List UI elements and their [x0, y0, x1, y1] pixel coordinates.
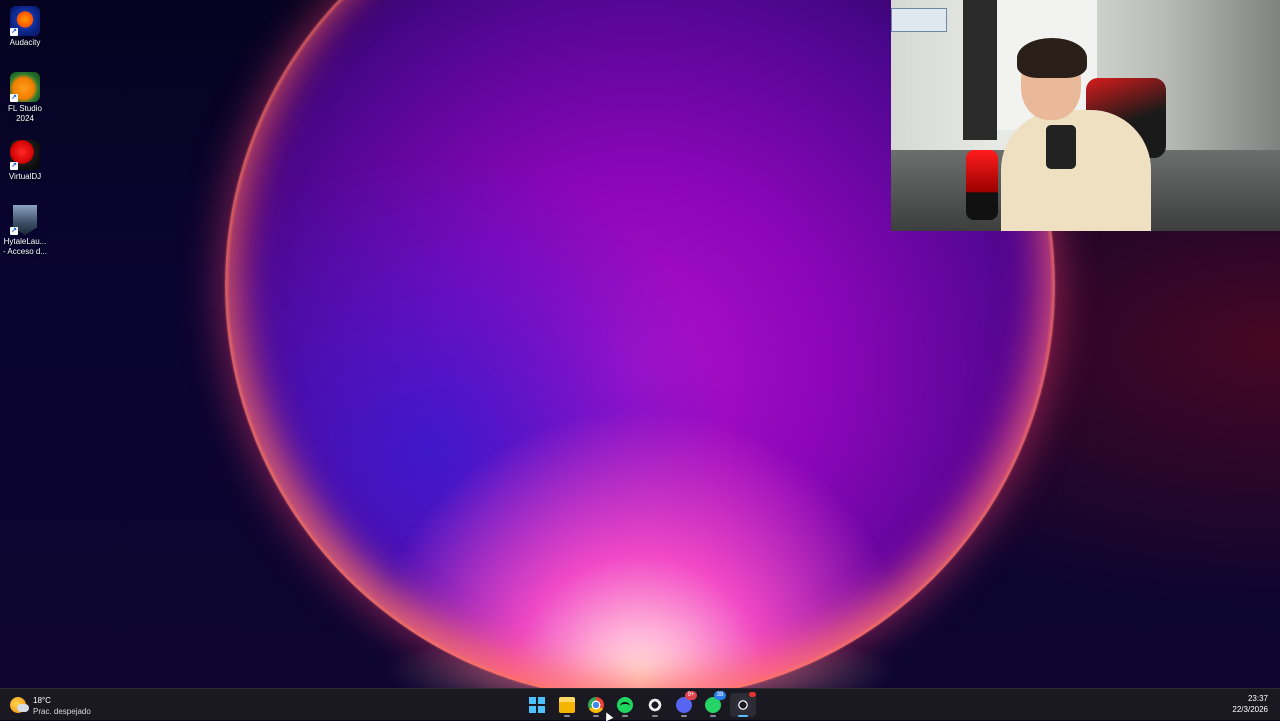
fl-studio-icon: ↗: [10, 72, 40, 102]
shortcut-arrow-icon: ↗: [10, 28, 18, 36]
desktop-icon-label: HytaleLau... - Acceso d...: [2, 237, 48, 256]
spotify-icon: [617, 697, 633, 713]
notification-badge: 9+: [685, 691, 697, 700]
person-hair: [1017, 38, 1087, 78]
folder-icon: [559, 697, 575, 713]
taskbar-spotify-button[interactable]: [612, 693, 638, 717]
chrome-icon: [588, 697, 604, 713]
running-indicator: [593, 715, 599, 717]
desktop-icon-label: FL Studio 2024: [8, 104, 42, 123]
desktop-icon-fl-studio[interactable]: ↗ FL Studio 2024: [2, 72, 48, 124]
running-indicator: [652, 715, 658, 717]
taskbar-obs-button[interactable]: [730, 692, 756, 717]
phone: [1046, 125, 1076, 169]
taskbar: 18°C Prac. despejado 9+ 38 23:37 22/3/20…: [0, 688, 1280, 720]
taskbar-discord-button[interactable]: 9+: [671, 691, 697, 717]
shortcut-arrow-icon: ↗: [10, 227, 18, 235]
clock-date: 22/3/2026: [1232, 705, 1268, 714]
running-indicator: [564, 715, 570, 717]
door: [963, 0, 997, 140]
person-body: [1001, 110, 1151, 231]
desktop-icon-hytale-launcher[interactable]: ↗ HytaleLau... - Acceso d...: [2, 205, 48, 257]
windows-start-icon: [529, 697, 545, 713]
notification-badge: 38: [714, 691, 726, 700]
desktop-icon-label: VirtualDJ: [8, 172, 42, 181]
running-indicator: [710, 715, 716, 717]
desktop-icon-label: Audacity: [9, 38, 41, 47]
desktop: ↗ Audacity ↗ FL Studio 2024 ↗ VirtualDJ …: [0, 0, 1280, 688]
wall-poster: [891, 8, 947, 32]
obs-icon: [735, 697, 751, 713]
shortcut-arrow-icon: ↗: [10, 162, 18, 170]
weather-sun-cloud-icon: [10, 697, 29, 713]
recording-indicator: [749, 692, 756, 697]
microphone: [966, 150, 998, 220]
clock-time: 23:37: [1247, 694, 1268, 703]
weather-description: Prac. despejado: [33, 707, 91, 716]
desktop-icon-audacity[interactable]: ↗ Audacity: [2, 6, 48, 48]
virtualdj-icon: ↗: [10, 140, 40, 170]
running-indicator: [622, 715, 628, 717]
webcam-overlay: [891, 0, 1280, 231]
taskbar-steam-button[interactable]: [642, 693, 668, 717]
taskbar-file-explorer-button[interactable]: [554, 693, 580, 717]
running-indicator: [681, 715, 687, 717]
desktop-icon-virtualdj[interactable]: ↗ VirtualDJ: [2, 140, 48, 182]
taskbar-start-button[interactable]: [524, 693, 550, 717]
audacity-icon: ↗: [10, 6, 40, 36]
hytale-launcher-icon: ↗: [10, 205, 40, 235]
system-clock[interactable]: 23:37 22/3/2026: [1232, 693, 1268, 715]
steam-icon: [647, 697, 663, 713]
active-indicator: [738, 715, 748, 717]
shortcut-arrow-icon: ↗: [10, 94, 18, 102]
taskbar-whatsapp-button[interactable]: 38: [700, 691, 726, 717]
weather-temperature: 18°C: [33, 696, 51, 705]
